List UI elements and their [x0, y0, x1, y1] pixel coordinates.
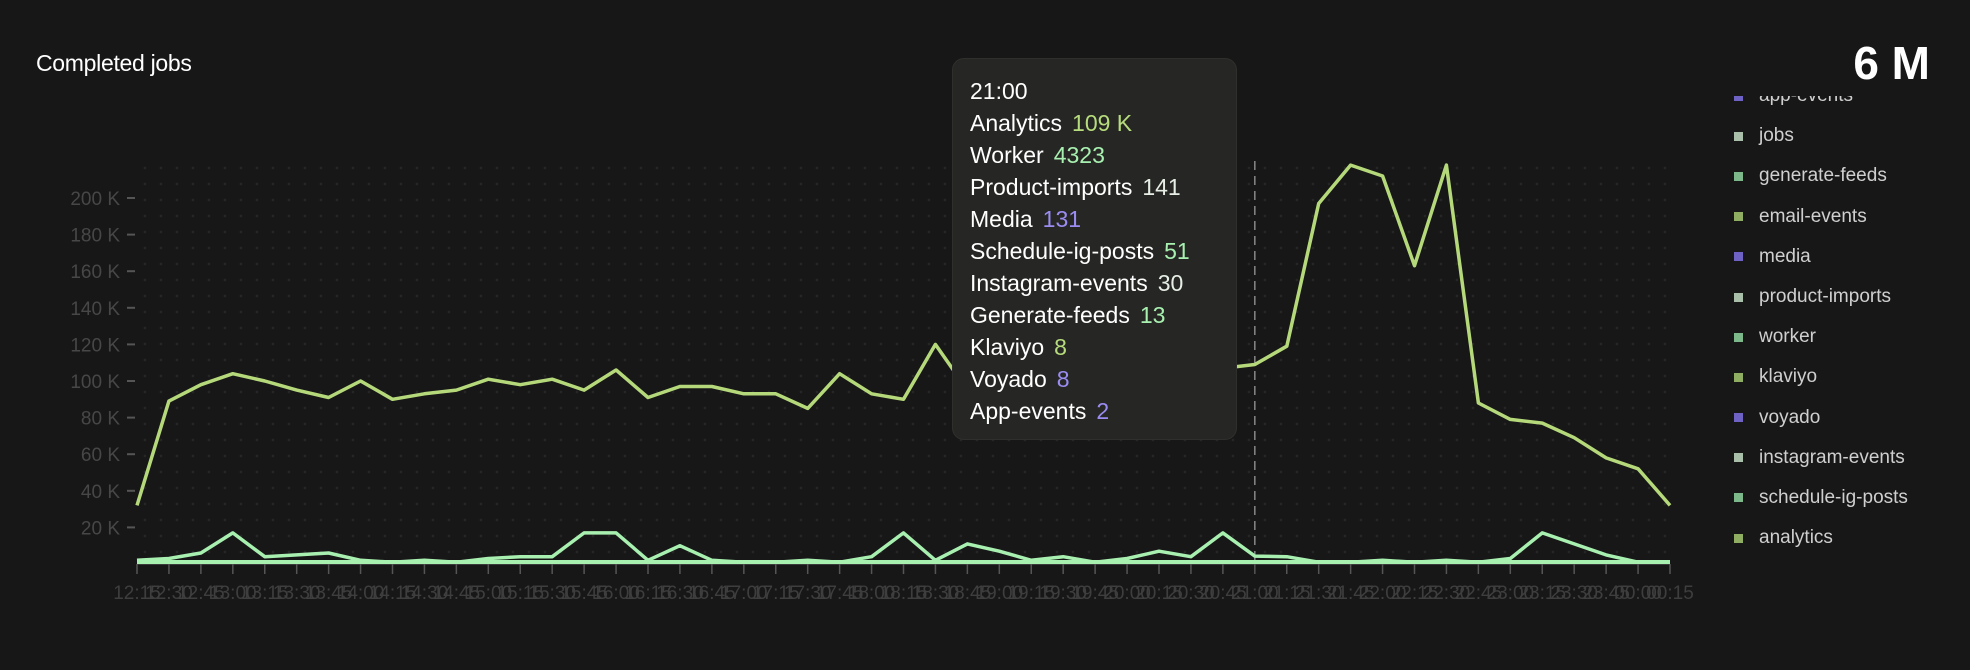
legend-label: voyado — [1759, 406, 1821, 428]
tooltip-value: 51 — [1164, 238, 1190, 264]
tooltip-time: 21:00 — [970, 78, 1028, 104]
tooltip-label: Analytics — [970, 110, 1063, 136]
legend-label: generate-feeds — [1759, 165, 1887, 187]
legend-item-instagram-events[interactable]: instagram-events — [1728, 438, 1968, 478]
tooltip-row-instagram-events: Instagram-events 30 — [970, 267, 1219, 299]
legend-label: product-imports — [1759, 286, 1891, 308]
y-tick-label: 100 K — [70, 372, 120, 393]
y-tick-label: 180 K — [70, 226, 120, 247]
legend-item-product-imports[interactable]: product-imports — [1728, 277, 1968, 317]
legend-item-media[interactable]: media — [1728, 237, 1968, 277]
legend-label: schedule-ig-posts — [1759, 486, 1908, 508]
legend-item-email-events[interactable]: email-events — [1728, 197, 1968, 237]
tooltip-value: 131 — [1042, 206, 1082, 232]
legend: app-events jobs generate-feeds email-events… — [1728, 96, 1968, 566]
legend-swatch — [1734, 533, 1743, 543]
tooltip-value: 2 — [1096, 398, 1110, 424]
legend-item-generate-feeds[interactable]: generate-feeds — [1728, 156, 1968, 196]
tooltip-row-app-events: App-events 2 — [970, 395, 1219, 427]
tooltip-label: Voyado — [970, 366, 1047, 392]
legend-item-klaviyo[interactable]: klaviyo — [1728, 357, 1968, 397]
legend-label: email-events — [1759, 205, 1867, 227]
legend-label: media — [1759, 245, 1811, 267]
tooltip-value: 8 — [1054, 334, 1067, 360]
tooltip-label: Instagram-events — [970, 270, 1148, 296]
y-tick-label: 80 K — [81, 409, 120, 430]
legend-swatch — [1734, 332, 1743, 342]
legend-swatch — [1734, 493, 1743, 503]
legend-label: worker — [1759, 326, 1817, 348]
tooltip-value: 109 K — [1072, 110, 1133, 136]
x-tick-label: 00:15 — [1646, 583, 1694, 604]
legend-swatch — [1734, 453, 1743, 463]
tooltip-label: Product-imports — [970, 174, 1133, 200]
legend-label: klaviyo — [1759, 366, 1818, 388]
tooltip-row-product-imports: Product-imports 141 — [970, 171, 1219, 203]
legend-swatch — [1734, 96, 1743, 101]
tooltip-label: Media — [970, 206, 1033, 232]
legend-item-analytics[interactable]: analytics — [1728, 518, 1968, 558]
legend-label: analytics — [1759, 527, 1833, 549]
y-tick-label: 60 K — [81, 445, 120, 466]
tooltip-label: Generate-feeds — [970, 302, 1130, 328]
legend-label: instagram-events — [1759, 446, 1905, 468]
tooltip-value: 4323 — [1053, 142, 1105, 168]
tooltip-row-media: Media 131 — [970, 203, 1219, 235]
y-tick-label: 160 K — [70, 262, 120, 283]
legend-swatch — [1734, 171, 1743, 181]
legend-item-worker[interactable]: worker — [1728, 317, 1968, 357]
legend-label: app-events — [1759, 96, 1853, 107]
legend-item-app-events[interactable]: app-events — [1728, 96, 1968, 116]
hover-tooltip: 21:00 Analytics 109 K Worker 4323 Product-im… — [952, 58, 1237, 440]
legend-label: jobs — [1759, 125, 1794, 147]
tooltip-value: 141 — [1142, 174, 1181, 200]
tooltip-label: Schedule-ig-posts — [970, 238, 1155, 264]
legend-swatch — [1734, 292, 1743, 302]
tooltip-row-klaviyo: Klaviyo 8 — [970, 331, 1219, 363]
y-tick-label: 20 K — [81, 518, 120, 539]
legend-swatch — [1734, 131, 1743, 141]
y-tick-label: 140 K — [70, 299, 120, 320]
tooltip-value: 8 — [1056, 366, 1070, 392]
tooltip-row-generate-feeds: Generate-feeds 13 — [970, 299, 1219, 331]
tooltip-label: App-events — [970, 398, 1087, 424]
tooltip-row-worker: Worker 4323 — [970, 139, 1219, 171]
series-line-analytics — [135, 163, 1672, 507]
tooltip-label: Worker — [970, 142, 1044, 168]
legend-swatch — [1734, 372, 1743, 382]
tooltip-label: Klaviyo — [970, 334, 1045, 360]
legend-swatch — [1734, 212, 1743, 222]
series-line-worker — [136, 531, 1670, 564]
tooltip-row-schedule-ig-posts: Schedule-ig-posts 51 — [970, 235, 1219, 267]
tooltip-row-voyado: Voyado 8 — [970, 363, 1219, 395]
legend-item-jobs[interactable]: jobs — [1728, 116, 1968, 156]
legend-swatch — [1734, 252, 1743, 262]
tooltip-value: 13 — [1139, 302, 1166, 328]
y-tick-label: 200 K — [70, 189, 120, 210]
y-tick-label: 120 K — [70, 335, 120, 356]
legend-item-voyado[interactable]: voyado — [1728, 398, 1968, 438]
tooltip-value: 30 — [1157, 270, 1184, 296]
y-tick-label: 40 K — [81, 482, 120, 503]
legend-swatch — [1734, 413, 1743, 423]
legend-item-schedule-ig-posts[interactable]: schedule-ig-posts — [1728, 478, 1968, 518]
tooltip-row-analytics: Analytics 109 K — [970, 107, 1219, 139]
